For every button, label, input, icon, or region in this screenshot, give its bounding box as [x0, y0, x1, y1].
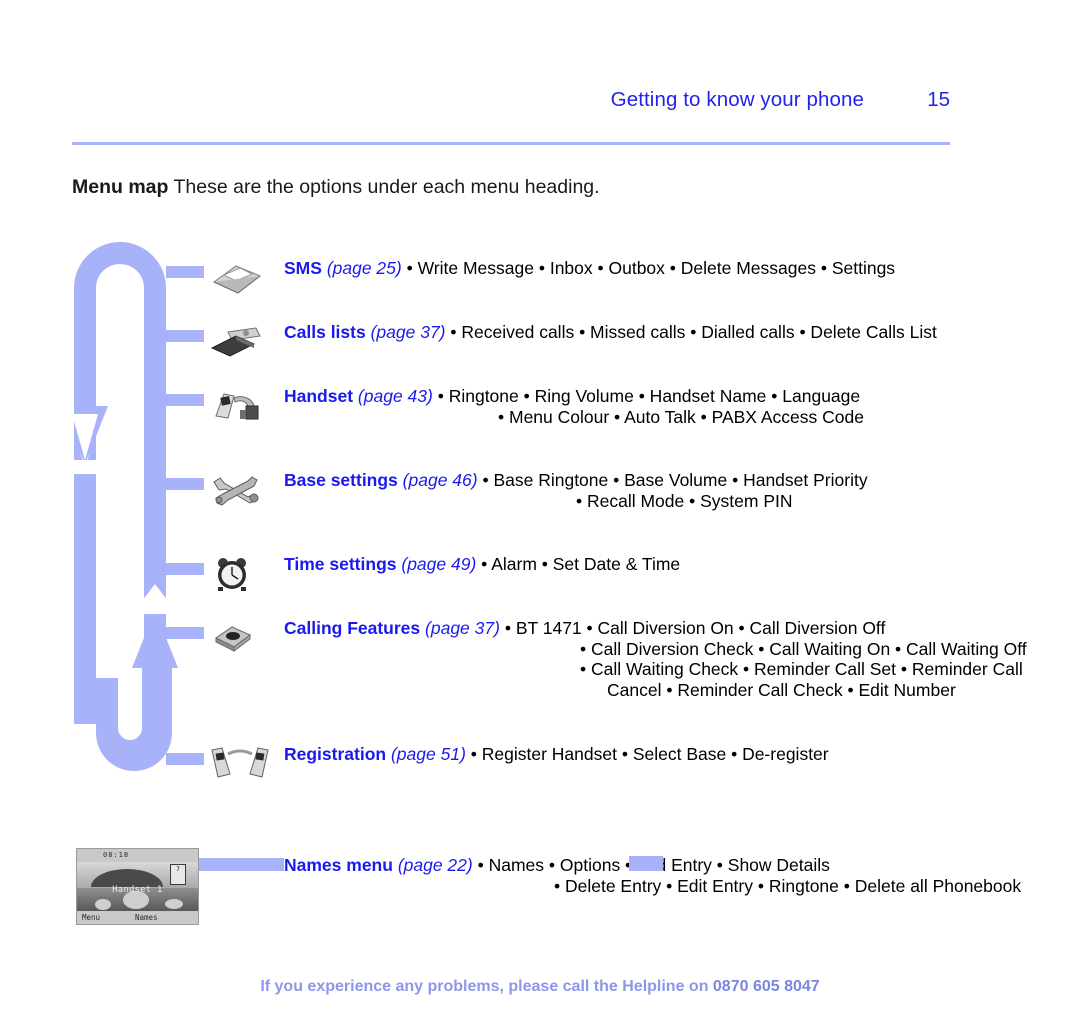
helpline-number: 0870 605 8047 — [712, 978, 820, 995]
flow-tick-sms — [166, 266, 204, 278]
flow-tick-handset — [166, 394, 204, 406]
menu-options: • Recall Mode • System PIN — [576, 490, 793, 511]
menu-options: • Register Handset • Select Base • De-re… — [470, 744, 829, 764]
menu-heading: SMS — [284, 258, 322, 278]
menu-page-ref: (page 37) — [425, 618, 500, 638]
page-title: Getting to know your phone — [610, 88, 864, 111]
two-handsets-icon — [206, 744, 270, 782]
menu-row-body: Base settings (page 46) • Base Ringtone … — [284, 470, 1044, 511]
menu-row-body: Handset (page 43) • Ringtone • Ring Volu… — [284, 386, 1044, 427]
menu-heading: Calls lists — [284, 322, 366, 342]
menu-options: • Base Ringtone • Base Volume • Handset … — [482, 470, 868, 490]
menu-line: • Call Waiting Check • Reminder Call Set… — [284, 659, 1044, 680]
menu-row-body: Calls lists (page 37) • Received calls •… — [284, 322, 1044, 343]
menu-page-ref: (page 37) — [370, 322, 446, 342]
menu-heading: Base settings — [284, 470, 398, 490]
menu-line: • Call Diversion Check • Call Waiting On… — [284, 639, 1044, 660]
menu-row-body: Time settings (page 49) • Alarm • Set Da… — [284, 554, 1044, 575]
menu-line: • Menu Colour • Auto Talk • PABX Access … — [284, 407, 1044, 428]
menu-page-ref: (page 51) — [390, 744, 466, 764]
menu-line: Registration (page 51) • Register Handse… — [284, 744, 1044, 765]
names-menu-connector-overlap — [629, 856, 663, 871]
phone-status-bar: 08:18 — [77, 849, 198, 862]
calls-list-icon — [206, 322, 270, 360]
menu-options: Cancel • Reminder Call Check • Edit Numb… — [607, 679, 956, 700]
spanner-icon — [206, 470, 270, 508]
menu-line: Names menu (page 22) • Names • Options •… — [284, 855, 1044, 876]
menu-line: Time settings (page 49) • Alarm • Set Da… — [284, 554, 1044, 575]
menu-heading: Handset — [284, 386, 354, 406]
menu-line: • Delete Entry • Edit Entry • Ringtone •… — [284, 876, 1044, 897]
flow-tick-calls-lists — [166, 330, 204, 342]
menu-line: Handset (page 43) • Ringtone • Ring Volu… — [284, 386, 1044, 407]
menu-page-ref: (page 22) — [397, 855, 473, 875]
phone-wallpaper-blob — [165, 899, 183, 909]
menu-page-ref: (page 49) — [401, 554, 477, 574]
menu-options: • Call Waiting Check • Reminder Call Set… — [580, 659, 1023, 679]
menu-heading: Time settings — [284, 554, 397, 574]
menu-line: Calling Features (page 37) • BT 1471 • C… — [284, 618, 1044, 639]
menu-options: • Call Diversion Check • Call Waiting On… — [580, 638, 1027, 659]
menu-row-body: Calling Features (page 37) • BT 1471 • C… — [284, 618, 1044, 700]
menu-options: • Received calls • Missed calls • Dialle… — [450, 322, 937, 342]
phone-wallpaper-blob — [95, 899, 111, 910]
menu-line: Base settings (page 46) • Base Ringtone … — [284, 470, 1044, 491]
menu-options: • Alarm • Set Date & Time — [481, 554, 681, 574]
menu-line: Cancel • Reminder Call Check • Edit Numb… — [284, 680, 1044, 701]
menu-options: • BT 1471 • Call Diversion On • Call Div… — [504, 618, 886, 638]
menu-map-intro: Menu map These are the options under eac… — [72, 176, 600, 199]
helpline-text: If you experience any problems, please c… — [260, 978, 713, 995]
menu-options: • Menu Colour • Auto Talk • PABX Access … — [498, 406, 864, 427]
menu-options: • Ringtone • Ring Volume • Handset Name … — [437, 386, 861, 406]
helpline-footer: If you experience any problems, please c… — [0, 978, 1080, 996]
menu-line: • Recall Mode • System PIN — [284, 491, 1044, 512]
menu-row-body: Registration (page 51) • Register Handse… — [284, 744, 1044, 765]
menu-map-description: These are the options under each menu he… — [173, 176, 600, 198]
phone-battery-icon: 7 — [170, 864, 186, 885]
handset-icon — [206, 386, 270, 424]
flow-tick-base-settings — [166, 478, 204, 490]
menu-line: SMS (page 25) • Write Message • Inbox • … — [284, 258, 1044, 279]
menu-page-ref: (page 43) — [357, 386, 433, 406]
flow-tick-calling-features — [166, 627, 204, 639]
menu-line: Calls lists (page 37) • Received calls •… — [284, 322, 1044, 343]
menu-heading: Names menu — [284, 855, 393, 875]
flow-tick-registration — [166, 753, 204, 765]
call-features-icon — [206, 618, 270, 656]
flow-arrow-diagram — [74, 228, 204, 818]
flow-tick-time-settings — [166, 563, 204, 575]
menu-options: • Delete Entry • Edit Entry • Ringtone •… — [554, 875, 1022, 896]
phone-softkey-left: Menu — [82, 913, 101, 922]
page-header: Getting to know your phone 15 — [72, 88, 950, 122]
phone-handset-label: Handset 1 — [112, 885, 163, 895]
menu-heading: Registration — [284, 744, 387, 764]
menu-map-label: Menu map — [72, 176, 169, 198]
envelope-icon — [206, 258, 270, 296]
menu-page-ref: (page 25) — [326, 258, 402, 278]
header-divider — [72, 142, 950, 145]
phone-softkey-bar: Menu Names — [77, 911, 198, 924]
menu-row-body: SMS (page 25) • Write Message • Inbox • … — [284, 258, 1044, 279]
alarm-clock-icon — [206, 554, 270, 592]
phone-softkey-right: Names — [135, 913, 158, 922]
page-number: 15 — [927, 88, 950, 111]
phone-screen-thumbnail: 08:18 Handset 1 7 Menu Names — [76, 848, 199, 925]
names-menu-connector — [198, 858, 284, 871]
menu-options: • Write Message • Inbox • Outbox • Delet… — [406, 258, 896, 278]
menu-heading: Calling Features — [284, 618, 421, 638]
menu-row-body: Names menu (page 22) • Names • Options •… — [284, 855, 1044, 896]
menu-page-ref: (page 46) — [402, 470, 478, 490]
